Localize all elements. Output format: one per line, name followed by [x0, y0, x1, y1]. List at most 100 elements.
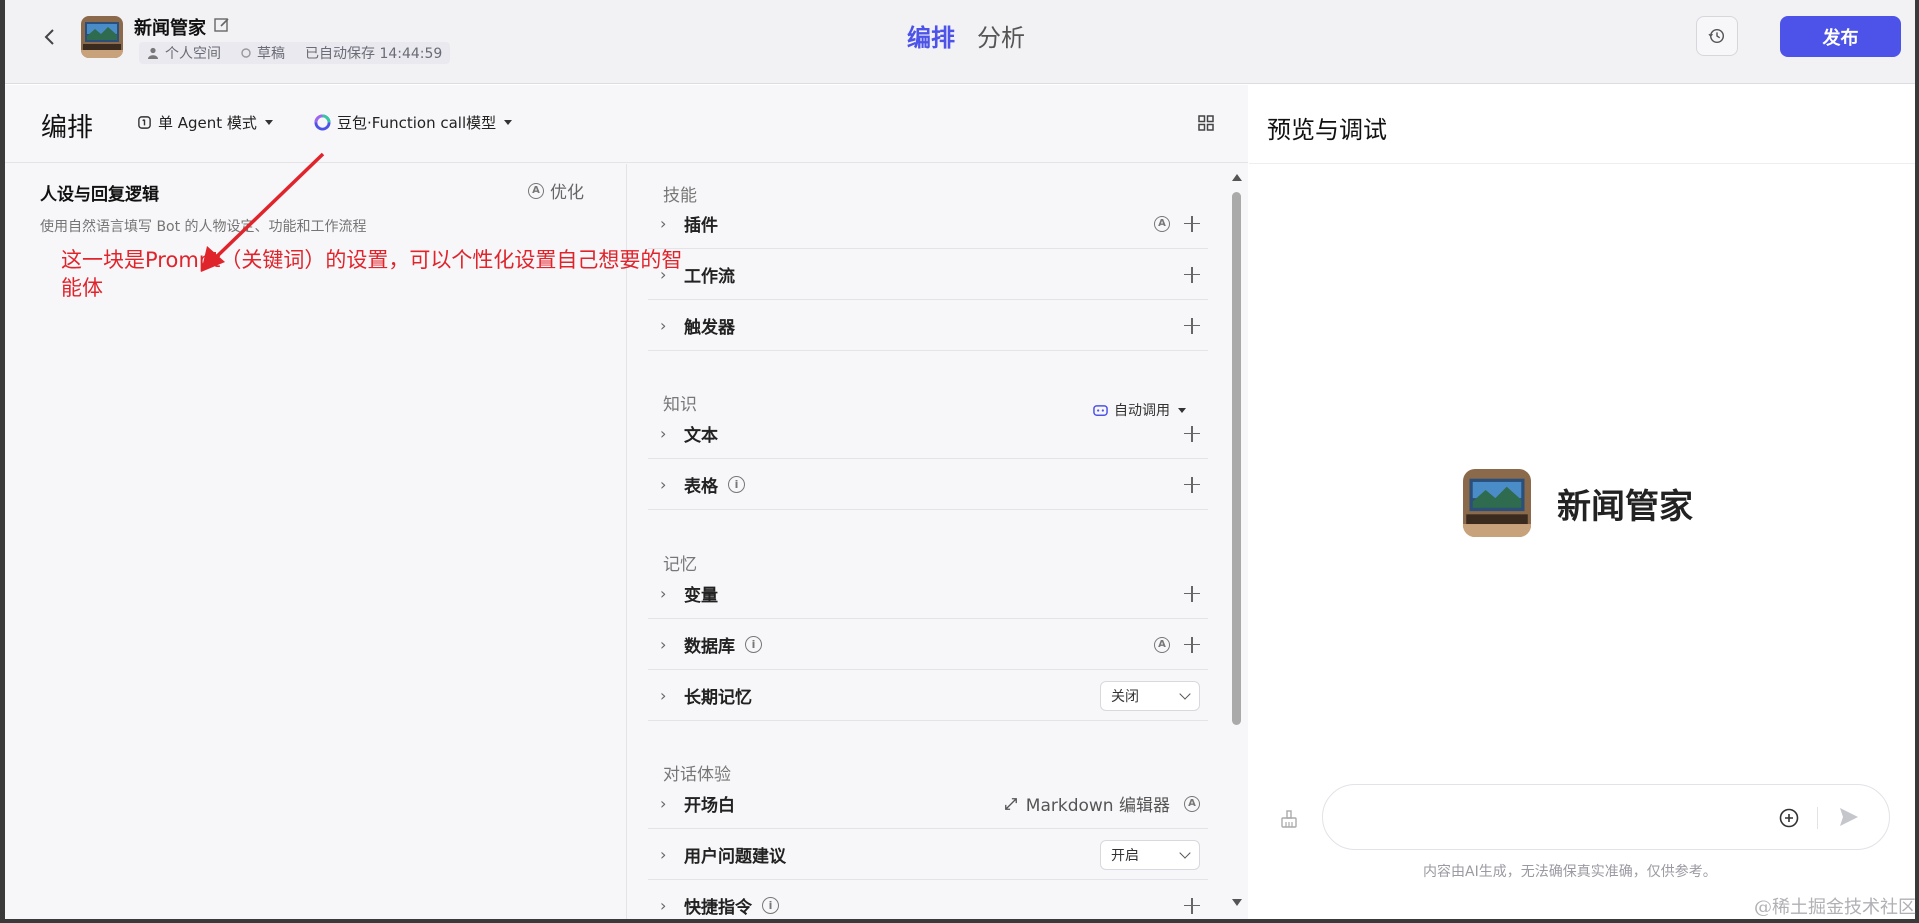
markdown-editor-button[interactable]: Markdown 编辑器 [1004, 791, 1170, 816]
memory-row-database[interactable]: › 数据库 i A [648, 620, 1208, 670]
chevron-right-icon: › [660, 214, 667, 233]
scroll-up-arrow[interactable] [1232, 174, 1242, 181]
history-button[interactable] [1696, 16, 1738, 56]
add-icon[interactable] [1184, 425, 1200, 442]
ai-auto-icon[interactable]: A [1154, 215, 1170, 232]
model-select[interactable]: 豆包·Function call模型 [314, 112, 513, 133]
top-bar: 新闻管家 个人空间 草稿 已自动保存 14:44:59 编排 分析 发布 [5, 0, 1915, 84]
publish-button[interactable]: 发布 [1780, 16, 1901, 57]
ai-optimize-icon: A [528, 182, 544, 199]
chevron-right-icon: › [660, 845, 667, 864]
long-memory-select[interactable]: 关闭 [1100, 680, 1200, 711]
memory-label: 数据库 [684, 637, 735, 657]
history-icon [1708, 28, 1725, 44]
editor-title: 编排 [41, 113, 94, 143]
preview-header: 预览与调试 [1249, 85, 1915, 164]
chevron-right-icon: › [660, 794, 667, 813]
knowledge-row-table[interactable]: › 表格 i [648, 460, 1208, 510]
send-icon [1840, 808, 1858, 826]
dialog-row-suggestions[interactable]: › 用户问题建议 开启 [648, 830, 1208, 880]
skills-panel: 技能 › 插件 A › 工作流 › 触发器 知识 自动调用 › 文本 › 表格 … [628, 164, 1248, 919]
agent-mode-icon [138, 116, 151, 129]
draft-icon [241, 48, 251, 58]
doubao-logo-icon [314, 114, 331, 131]
suggestions-value: 开启 [1111, 847, 1139, 864]
scroll-down-arrow[interactable] [1232, 899, 1242, 906]
tab-arrange[interactable]: 编排 [907, 18, 955, 53]
plus-circle-icon [1779, 808, 1799, 828]
skill-label: 触发器 [684, 318, 735, 338]
caret-down-icon [264, 120, 273, 125]
chevron-right-icon: › [660, 424, 667, 443]
bot-name: 新闻管家 [134, 18, 206, 39]
suggestions-select[interactable]: 开启 [1100, 839, 1200, 870]
optimize-button[interactable]: A 优化 [528, 178, 584, 203]
divider [1817, 807, 1818, 829]
chevron-right-icon: › [660, 686, 667, 705]
skill-label: 插件 [684, 216, 718, 236]
preview-title: 预览与调试 [1267, 116, 1387, 144]
ai-auto-icon[interactable]: A [1184, 795, 1200, 812]
dialog-label: 用户问题建议 [684, 847, 786, 867]
send-button[interactable] [1837, 805, 1861, 829]
knowledge-row-text[interactable]: › 文本 [648, 409, 1208, 459]
ai-disclaimer: 内容由AI生成，无法确保真实准确，仅供参考。 [1423, 864, 1717, 880]
add-icon[interactable] [1184, 266, 1200, 283]
chevron-right-icon: › [660, 896, 667, 915]
tab-analysis[interactable]: 分析 [977, 18, 1025, 53]
chevron-right-icon: › [660, 584, 667, 603]
knowledge-label: 文本 [684, 426, 718, 446]
chat-input-box [1322, 784, 1890, 850]
annotation-text: 这一块是Prompt（关键词）的设置，可以个性化设置自己想要的智能体 [61, 248, 683, 300]
chevron-down-icon [1179, 687, 1191, 700]
chat-input[interactable] [1347, 803, 1767, 833]
broom-icon [1281, 810, 1297, 828]
add-icon[interactable] [1184, 317, 1200, 334]
back-button[interactable] [39, 26, 61, 48]
ai-auto-icon[interactable]: A [1154, 636, 1170, 653]
chevron-left-icon [44, 29, 54, 45]
preview-panel: 预览与调试 新闻管家 内容由AI生成，无法确保真实准确，仅供参考。 [1249, 85, 1915, 919]
skill-row-trigger[interactable]: › 触发器 [648, 301, 1208, 351]
memory-row-variables[interactable]: › 变量 [648, 569, 1208, 619]
dialog-row-shortcuts[interactable]: › 快捷指令 i [648, 881, 1208, 919]
space-label: 个人空间 [165, 46, 221, 62]
add-icon[interactable] [1184, 585, 1200, 602]
status-badge: 草稿 [257, 46, 285, 62]
caret-down-icon [504, 120, 513, 125]
skill-row-plugins[interactable]: › 插件 A [648, 199, 1208, 249]
preview-bot-card: 新闻管家 [1463, 469, 1693, 537]
person-icon [148, 47, 158, 59]
add-icon[interactable] [1184, 476, 1200, 493]
chevron-down-icon [1179, 846, 1191, 859]
dialog-row-opening[interactable]: › 开场白 Markdown 编辑器 A [648, 779, 1208, 829]
chevron-right-icon: › [660, 265, 667, 284]
skill-label: 工作流 [684, 267, 735, 287]
expand-icon [1004, 797, 1017, 810]
skill-row-workflow[interactable]: › 工作流 [648, 250, 1208, 300]
add-icon[interactable] [1184, 897, 1200, 914]
clear-history-button[interactable] [1279, 809, 1299, 829]
info-icon[interactable]: i [728, 476, 745, 493]
scrollbar-thumb[interactable] [1232, 192, 1241, 725]
grid-icon [1198, 115, 1214, 131]
bot-meta: 个人空间 草稿 已自动保存 14:44:59 [139, 42, 451, 64]
add-attachment-button[interactable] [1778, 807, 1800, 829]
add-icon[interactable] [1184, 215, 1200, 232]
knowledge-label: 表格 [684, 477, 718, 497]
long-memory-value: 关闭 [1111, 688, 1139, 705]
memory-label: 变量 [684, 586, 718, 606]
watermark: @稀土掘金技术社区 [1754, 897, 1916, 918]
edit-icon[interactable] [213, 16, 231, 34]
autosave-status: 已自动保存 14:44:59 [305, 46, 443, 62]
main-tabs: 编排 分析 [907, 18, 1025, 53]
prompt-panel: 人设与回复逻辑 A 优化 这一块是Prompt（关键词）的设置，可以个性化设置自… [5, 152, 682, 919]
memory-row-long-term[interactable]: › 长期记忆 关闭 [648, 671, 1208, 721]
info-icon[interactable]: i [762, 897, 779, 914]
info-icon[interactable]: i [745, 636, 762, 653]
preview-bot-name: 新闻管家 [1557, 486, 1693, 527]
add-icon[interactable] [1184, 636, 1200, 653]
layout-toggle-button[interactable] [1197, 114, 1215, 132]
editor-header: 编排 单 Agent 模式 豆包·Function call模型 [5, 85, 1248, 163]
agent-mode-select[interactable]: 单 Agent 模式 [137, 112, 273, 133]
